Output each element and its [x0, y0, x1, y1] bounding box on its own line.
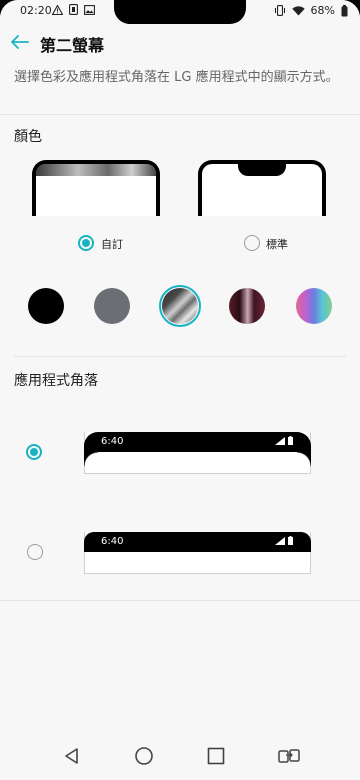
nav-back-button[interactable] [60, 744, 84, 768]
nav-recents-button[interactable] [204, 744, 228, 768]
nav-back-icon [65, 748, 78, 764]
navigation-bar [0, 732, 360, 780]
preview-time: 6:40 [101, 536, 124, 547]
sim-card-icon [69, 4, 78, 15]
status-time: 02:20 [20, 4, 52, 17]
swatch-black[interactable] [28, 288, 64, 324]
battery-icon [341, 4, 348, 16]
swatch-silver-gradient[interactable] [162, 288, 198, 324]
settings-description: 選擇色彩及應用程式角落在 LG 應用程式中的顯示方式。 [14, 70, 339, 85]
radio-custom[interactable] [78, 235, 94, 251]
display-notch [114, 0, 246, 24]
swatch-rainbow-gradient[interactable] [296, 288, 332, 324]
preview-time: 6:40 [101, 436, 124, 447]
swatch-burgundy-gradient[interactable] [229, 288, 265, 324]
status-bar: 02:20 68% [0, 0, 360, 24]
back-button[interactable] [8, 30, 32, 54]
back-arrow-icon [11, 35, 29, 49]
dual-screen-switch-icon [278, 749, 300, 763]
divider [0, 600, 360, 601]
battery-icon [288, 536, 293, 545]
swatch-gray[interactable] [94, 288, 130, 324]
page-title: 第二螢幕 [40, 36, 105, 55]
custom-label[interactable]: 自訂 [101, 236, 123, 252]
signal-icon [275, 436, 285, 445]
divider [0, 114, 360, 115]
nav-dual-screen-button[interactable] [277, 744, 301, 768]
battery-icon [288, 436, 293, 445]
warning-icon [52, 4, 63, 15]
app-bar: 第二螢幕 [0, 24, 360, 62]
nav-home-icon [135, 747, 153, 765]
nav-recents-icon [207, 747, 225, 765]
corner-section-title: 應用程式角落 [14, 373, 98, 389]
settings-screen: 02:20 68% 第二螢幕 選擇色彩及應用程式角落在 LG 應用程式中的顯示方… [0, 0, 360, 780]
radio-corner-square[interactable] [27, 544, 43, 560]
battery-percent: 68% [310, 4, 335, 17]
wifi-icon [291, 5, 305, 15]
divider [14, 356, 346, 357]
custom-notch-fill [36, 164, 156, 176]
signal-icon [275, 536, 285, 545]
custom-color-preview[interactable] [32, 160, 160, 216]
standard-notch [238, 164, 286, 176]
nav-home-button[interactable] [132, 744, 156, 768]
radio-standard[interactable] [244, 235, 260, 251]
image-icon [84, 4, 95, 15]
radio-corner-rounded[interactable] [26, 444, 42, 460]
corner-preview-square[interactable]: 6:40 [84, 532, 311, 574]
color-section-title: 顏色 [14, 129, 42, 145]
standard-label[interactable]: 標準 [266, 236, 288, 252]
vibrate-icon [274, 5, 285, 16]
corner-preview-rounded[interactable]: 6:40 [84, 432, 311, 474]
standard-color-preview[interactable] [198, 160, 326, 216]
